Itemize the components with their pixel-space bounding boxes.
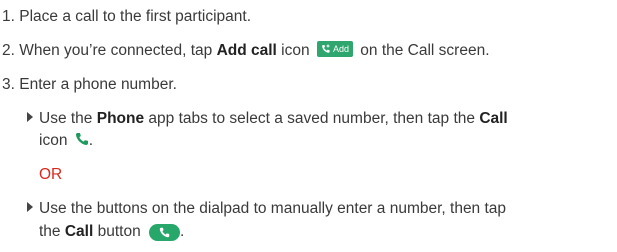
step-text: When you’re connected, tap [19, 42, 217, 59]
bullet-text: app tabs to select a saved number, then … [144, 110, 480, 127]
call-button-icon [149, 224, 181, 241]
bullet-text: . [180, 223, 185, 240]
bullet-2-line-2: the Call button . [39, 222, 184, 242]
step-2: 2. When you’re connected, tap Add call i… [2, 41, 490, 61]
bullet-text: . [88, 132, 94, 149]
step-text: Enter a phone number. [19, 76, 177, 93]
step-text: icon [276, 42, 310, 59]
bullet-2-line-1: Use the buttons on the dialpad to manual… [27, 199, 506, 219]
call-label: Call [479, 110, 508, 127]
or-label: OR [39, 166, 63, 183]
bullet-1-line-1: Use the Phone app tabs to select a saved… [27, 109, 508, 129]
step-number: 2. [2, 42, 15, 59]
bullet-text: Use the [39, 110, 97, 127]
bullet-triangle-icon [27, 202, 33, 212]
step-1: 1. Place a call to the first participant… [2, 7, 251, 27]
phone-app-label: Phone [96, 110, 145, 127]
step-number: 1. [2, 8, 15, 25]
call-label: Call [64, 223, 94, 240]
step-number: 3. [2, 76, 15, 93]
add-icon-label: Add [332, 44, 349, 54]
step-text: on the Call screen. [360, 42, 490, 59]
bullet-1-line-2: icon . [39, 131, 93, 152]
bullet-text: icon [39, 132, 68, 149]
bullet-triangle-icon [27, 112, 33, 122]
step-text: Place a call to the first participant. [19, 8, 252, 25]
add-call-icon: Add [316, 41, 353, 57]
step-3: 3. Enter a phone number. [2, 75, 177, 95]
add-call-label: Add call [216, 42, 277, 59]
phone-icon [75, 132, 89, 152]
bullet-text: button [93, 223, 141, 240]
bullet-text: the [39, 223, 65, 240]
bullet-text: Use the buttons on the dialpad to manual… [39, 200, 507, 217]
